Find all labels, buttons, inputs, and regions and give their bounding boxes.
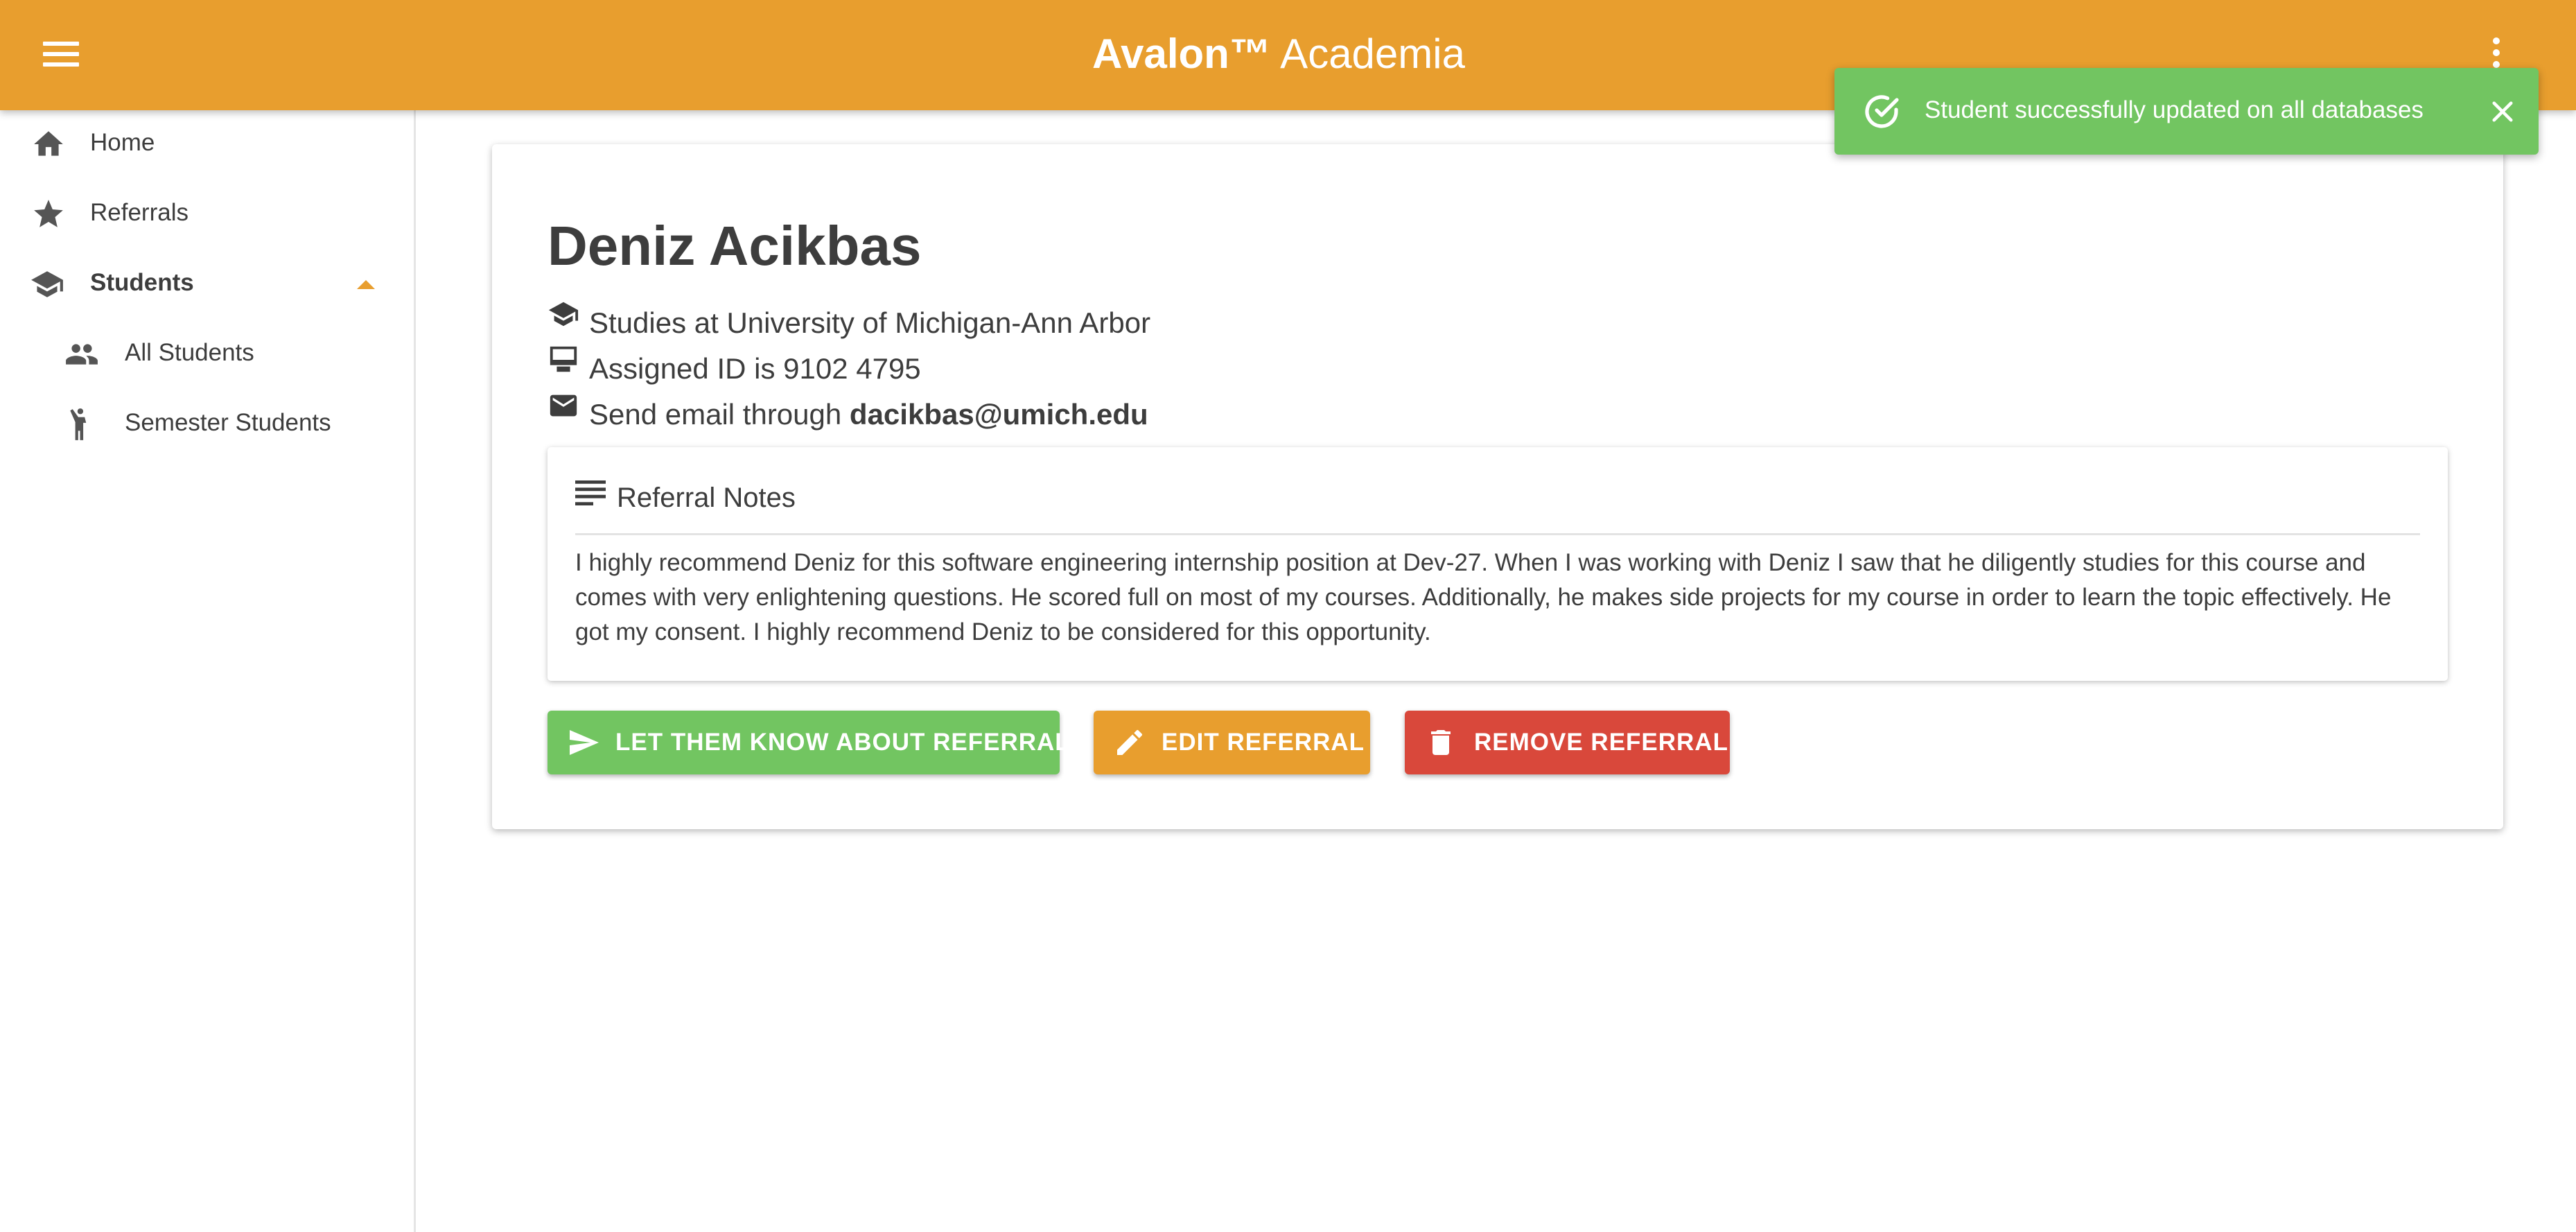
mail-icon: [550, 394, 577, 417]
sidebar-item-label: Students: [90, 269, 194, 296]
sidebar-item-referrals[interactable]: Referrals: [0, 180, 414, 247]
trash-icon: [1431, 730, 1451, 755]
assigned-id-value: 9102 4795: [783, 352, 921, 385]
trademark-symbol: ™: [1229, 31, 1271, 77]
toast-message: Student successfully updated on all data…: [1925, 96, 2424, 123]
edit-referral-button[interactable]: EDIT REFERRAL: [1094, 711, 1370, 774]
people-icon: [66, 344, 98, 365]
graduation-cap-icon: [548, 302, 579, 327]
star-icon: [34, 200, 63, 227]
home-icon: [34, 131, 63, 156]
sidebar-item-students[interactable]: Students: [0, 250, 414, 317]
sidebar-item-label: Semester Students: [125, 409, 331, 436]
student-referral-card: Deniz Acikbas Studies at University of M…: [492, 144, 2503, 829]
let-them-know-button[interactable]: LET THEM KNOW ABOUT REFERRAL: [547, 711, 1070, 774]
university-text: Studies at University of Michigan-Ann Ar…: [589, 304, 1150, 342]
sidebar-item-label: Home: [90, 129, 155, 156]
email-text: Send email through dacikbas@umich.edu: [589, 395, 1148, 434]
university-prefix: Studies at: [589, 306, 727, 339]
sidebar-item-label: All Students: [125, 339, 254, 366]
assigned-id-text: Assigned ID is 9102 4795: [589, 349, 921, 388]
referral-notes-title: Referral Notes: [617, 483, 796, 513]
sidebar-item-label: Referrals: [90, 199, 189, 226]
email-prefix: Send email through: [589, 398, 850, 431]
remove-referral-button[interactable]: REMOVE REFERRAL: [1405, 711, 1730, 774]
id-card-icon: [550, 346, 577, 372]
brand-name: Avalon: [1092, 31, 1229, 77]
student-name: Deniz Acikbas: [547, 215, 922, 277]
brand-suffix: Academia: [1270, 31, 1465, 77]
sidebar-item-home[interactable]: Home: [0, 110, 414, 177]
notes-lines-icon: [575, 480, 606, 505]
referral-notes-panel: Referral Notes I highly recommend Deniz …: [547, 447, 2448, 681]
student-email-link[interactable]: dacikbas@umich.edu: [850, 398, 1148, 431]
close-icon[interactable]: [2488, 97, 2517, 126]
sidebar: Home Referrals Students All Students Sem…: [0, 110, 416, 1232]
pencil-icon: [1117, 729, 1143, 755]
university-name: University of Michigan-Ann Arbor: [726, 306, 1151, 339]
edit-referral-label: EDIT REFERRAL: [1162, 729, 1365, 756]
referral-notes-body: I highly recommend Deniz for this softwa…: [575, 549, 2392, 645]
let-them-know-label: LET THEM KNOW ABOUT REFERRAL: [615, 729, 1071, 756]
remove-referral-label: REMOVE REFERRAL: [1474, 729, 1728, 756]
divider: [575, 533, 2420, 535]
collapse-caret-icon[interactable]: [357, 280, 375, 289]
success-toast: Student successfully updated on all data…: [1834, 68, 2539, 155]
send-icon: [570, 730, 599, 755]
sidebar-item-semester-students[interactable]: Semester Students: [0, 390, 414, 457]
person-raising-hand-icon: [70, 408, 87, 440]
sidebar-item-all-students[interactable]: All Students: [0, 320, 414, 387]
check-circle-icon: [1865, 95, 1899, 128]
more-options-icon[interactable]: [2488, 37, 2505, 72]
assigned-id-prefix: Assigned ID is: [589, 352, 784, 385]
graduation-cap-icon: [31, 271, 63, 297]
